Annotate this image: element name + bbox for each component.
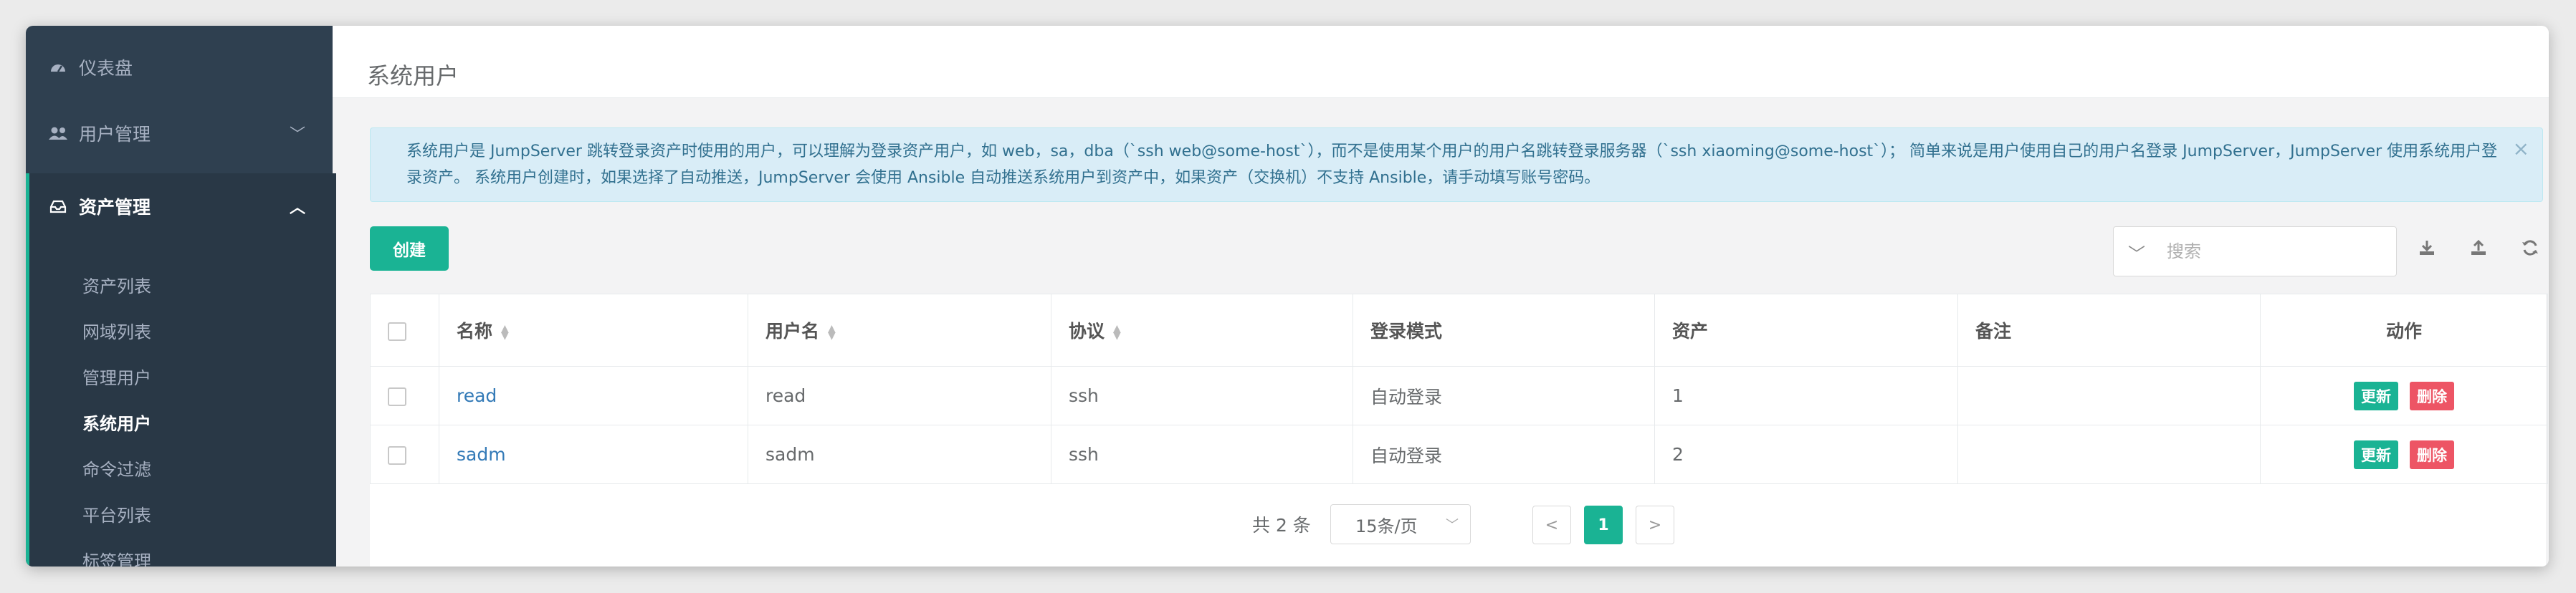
pagination: 共 2 条 15条/页 ﹀ < 1 > [370,504,2546,547]
pagination-total: 共 2 条 [1252,515,1311,536]
sidebar-subitem-command-filters[interactable]: 命令过滤 [82,455,151,481]
table-row: sadm sadm ssh 自动登录 2 更新 删除 [370,425,2548,484]
select-all-cell [370,294,439,367]
sidebar-subitem-admin-users[interactable]: 管理用户 [82,364,151,389]
alert-text: 系统用户是 JumpServer 跳转登录资产时使用的用户，可以理解为登录资产用… [406,143,2498,187]
search-box: ﹀ [2113,226,2397,276]
next-page-button[interactable]: > [1636,506,1674,544]
login-mode-cell: 自动登录 [1353,366,1655,425]
prev-page-button[interactable]: < [1532,506,1571,544]
delete-button[interactable]: 删除 [2410,440,2454,469]
actions-cell: 更新 删除 [2260,366,2548,425]
sort-icon[interactable]: ▲ ▼ [1113,324,1121,341]
chevron-down-icon: ﹀ [1446,518,1459,533]
column-header-login-mode: 登录模式 [1353,294,1655,367]
page-size-select[interactable]: 15条/页 ﹀ [1330,504,1471,544]
close-icon[interactable]: × [2513,135,2529,162]
sort-icon[interactable]: ▲ ▼ [828,324,836,341]
system-users-table: 名称 ▲ ▼ 用户名 ▲ ▼ 协议 ▲ ▼ 登录模式 资产 备注 动作 read read [370,294,2548,567]
chevron-down-icon: ﹀ [289,126,305,144]
sort-icon[interactable]: ▲ ▼ [501,324,509,341]
refresh-icon[interactable] [2516,233,2544,262]
protocol-cell: ssh [1051,366,1353,425]
app-window: 仪表盘 用户管理 ﹀ 资产管理 ︿ 资产列表 网域列表 管理用户 系统用户 命令… [26,26,2549,567]
comment-cell [1957,366,2261,425]
sidebar-subitem-platform-list[interactable]: 平台列表 [82,501,151,526]
sidebar-subitem-label-management[interactable]: 标签管理 [82,547,151,567]
login-mode-cell: 自动登录 [1353,425,1655,484]
dashboard-icon [47,57,69,78]
comment-cell [1957,425,2261,484]
chevron-up-icon: ︿ [289,199,305,217]
sidebar-item-label: 用户管理 [79,124,151,145]
table-header-row: 名称 ▲ ▼ 用户名 ▲ ▼ 协议 ▲ ▼ 登录模式 资产 备注 动作 [370,294,2548,367]
page-button[interactable]: 1 [1584,506,1623,544]
page-header: 系统用户 [333,26,2549,98]
upload-icon[interactable] [2464,233,2493,262]
sidebar-item-assets[interactable]: 资产管理 ︿ [26,173,333,239]
username-cell: read [748,366,1051,425]
sidebar-subitem-system-users[interactable]: 系统用户 [82,410,151,435]
column-header-assets: 资产 [1654,294,1958,367]
update-button[interactable]: 更新 [2354,440,2398,469]
sidebar-item-dashboard[interactable]: 仪表盘 [26,34,333,100]
column-header-actions: 动作 [2260,294,2548,367]
search-input[interactable] [2165,236,2383,267]
sidebar-item-users[interactable]: 用户管理 ﹀ [26,100,333,166]
assets-cell: 1 [1654,366,1958,425]
sidebar-group-assets: 资产管理 ︿ 资产列表 网域列表 管理用户 系统用户 命令过滤 平台列表 标签管… [26,173,336,567]
column-header-comment: 备注 [1957,294,2261,367]
page-title: 系统用户 [367,62,459,90]
main-content: 系统用户 系统用户是 JumpServer 跳转登录资产时使用的用户，可以理解为… [333,26,2549,567]
download-icon[interactable] [2413,233,2441,262]
row-checkbox[interactable] [388,387,406,406]
column-header-username[interactable]: 用户名 ▲ ▼ [748,294,1051,367]
assets-cell: 2 [1654,425,1958,484]
username-cell: sadm [748,425,1051,484]
actions-cell: 更新 删除 [2260,425,2548,484]
page-size-value: 15条/页 [1355,516,1418,536]
select-all-checkbox[interactable] [388,322,406,341]
info-alert: 系统用户是 JumpServer 跳转登录资产时使用的用户，可以理解为登录资产用… [370,127,2543,202]
update-button[interactable]: 更新 [2354,381,2398,410]
row-select-cell [370,366,439,425]
table-row: read read ssh 自动登录 1 更新 删除 [370,366,2548,425]
name-link[interactable]: sadm [457,444,506,465]
protocol-cell: ssh [1051,425,1353,484]
users-icon [47,122,69,144]
sidebar-subitem-asset-list[interactable]: 资产列表 [82,272,151,297]
sidebar: 仪表盘 用户管理 ﹀ 资产管理 ︿ 资产列表 网域列表 管理用户 系统用户 命令… [26,26,336,567]
name-cell: sadm [439,425,748,484]
delete-button[interactable]: 删除 [2410,381,2454,410]
row-checkbox[interactable] [388,446,406,465]
column-header-protocol[interactable]: 协议 ▲ ▼ [1051,294,1353,367]
column-header-name[interactable]: 名称 ▲ ▼ [439,294,748,367]
inbox-icon [47,196,69,217]
chevron-down-icon[interactable]: ﹀ [2128,240,2145,265]
name-link[interactable]: read [457,385,497,406]
row-select-cell [370,425,439,484]
sidebar-item-label: 仪表盘 [79,58,133,79]
create-button[interactable]: 创建 [370,226,449,271]
sidebar-item-label: 资产管理 [79,197,151,218]
sidebar-subitem-domain-list[interactable]: 网域列表 [82,318,151,343]
name-cell: read [439,366,748,425]
